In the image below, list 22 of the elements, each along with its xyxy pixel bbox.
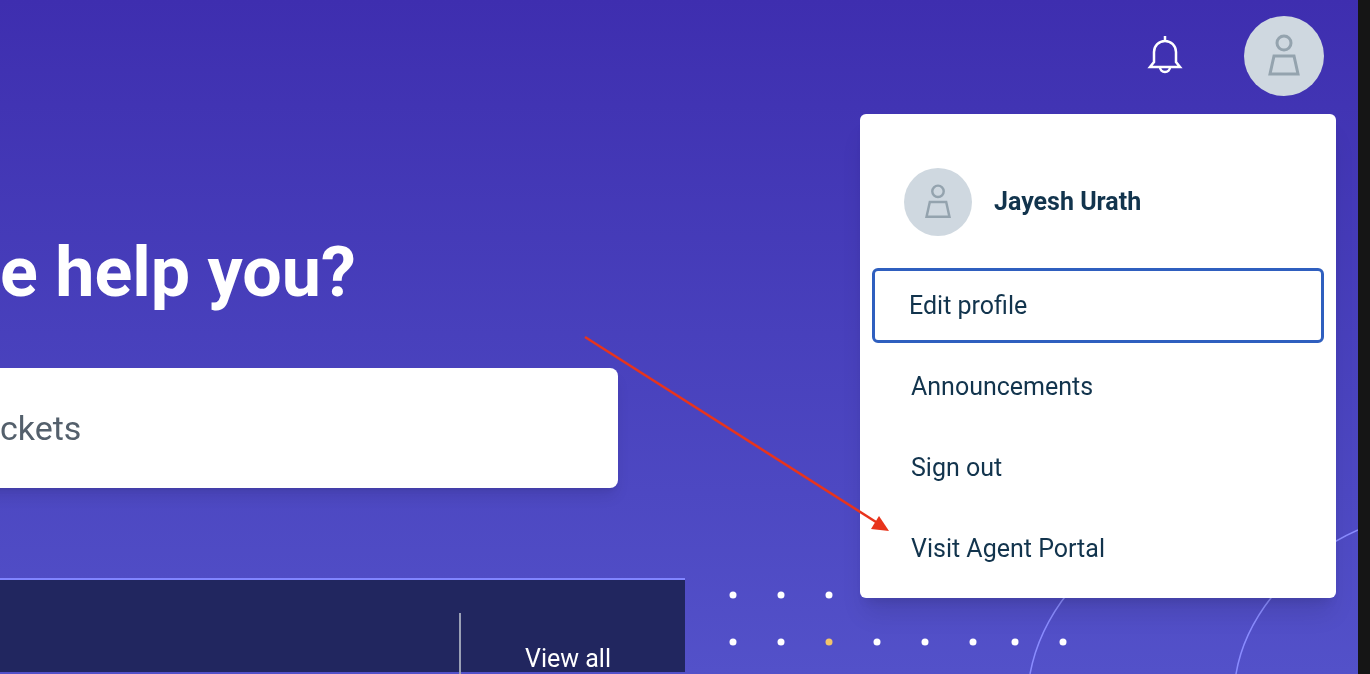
- view-all-link[interactable]: View all: [525, 640, 611, 674]
- search-field[interactable]: ckets: [0, 368, 618, 488]
- user-name: Jayesh Urath: [994, 186, 1142, 219]
- menu-item[interactable]: Sign out: [872, 430, 1324, 505]
- decorative-dot: [873, 638, 881, 646]
- decorative-dot: [825, 638, 833, 646]
- user-icon: [1266, 34, 1302, 78]
- menu-item[interactable]: Visit Agent Portal: [872, 511, 1324, 586]
- decorative-dot: [1059, 638, 1067, 646]
- decorative-dot: [777, 591, 785, 599]
- decorative-dot: [921, 638, 929, 646]
- notification-bell-icon[interactable]: [1146, 34, 1184, 76]
- decorative-dot: [777, 638, 785, 646]
- decorative-dot: [729, 591, 737, 599]
- decorative-dot: [825, 591, 833, 599]
- decorative-dot: [969, 638, 977, 646]
- menu-item[interactable]: Edit profile: [872, 268, 1324, 343]
- decorative-dot: [1011, 638, 1019, 646]
- menu-item[interactable]: Announcements: [872, 349, 1324, 424]
- decorative-dot: [729, 638, 737, 646]
- search-input: ckets: [0, 402, 618, 454]
- user-icon: [923, 184, 953, 220]
